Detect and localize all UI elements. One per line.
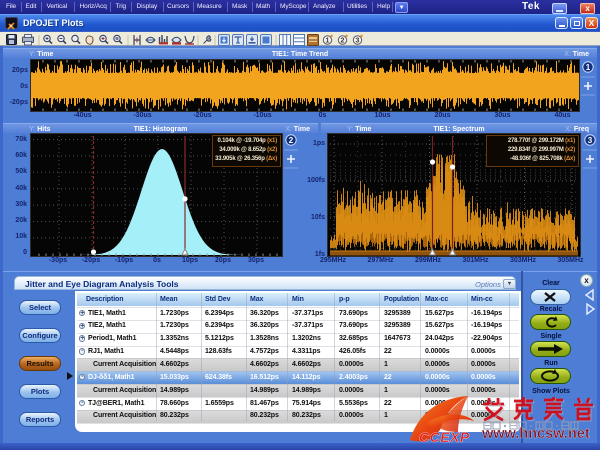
svg-text:2: 2 bbox=[341, 37, 345, 44]
svg-text:2: 2 bbox=[289, 136, 294, 145]
svg-text:www.hncsw.net: www.hncsw.net bbox=[482, 426, 590, 442]
svg-text:3: 3 bbox=[356, 37, 360, 44]
svg-text:3: 3 bbox=[588, 136, 593, 145]
svg-text:1: 1 bbox=[326, 37, 330, 44]
svg-text:1: 1 bbox=[586, 63, 591, 72]
